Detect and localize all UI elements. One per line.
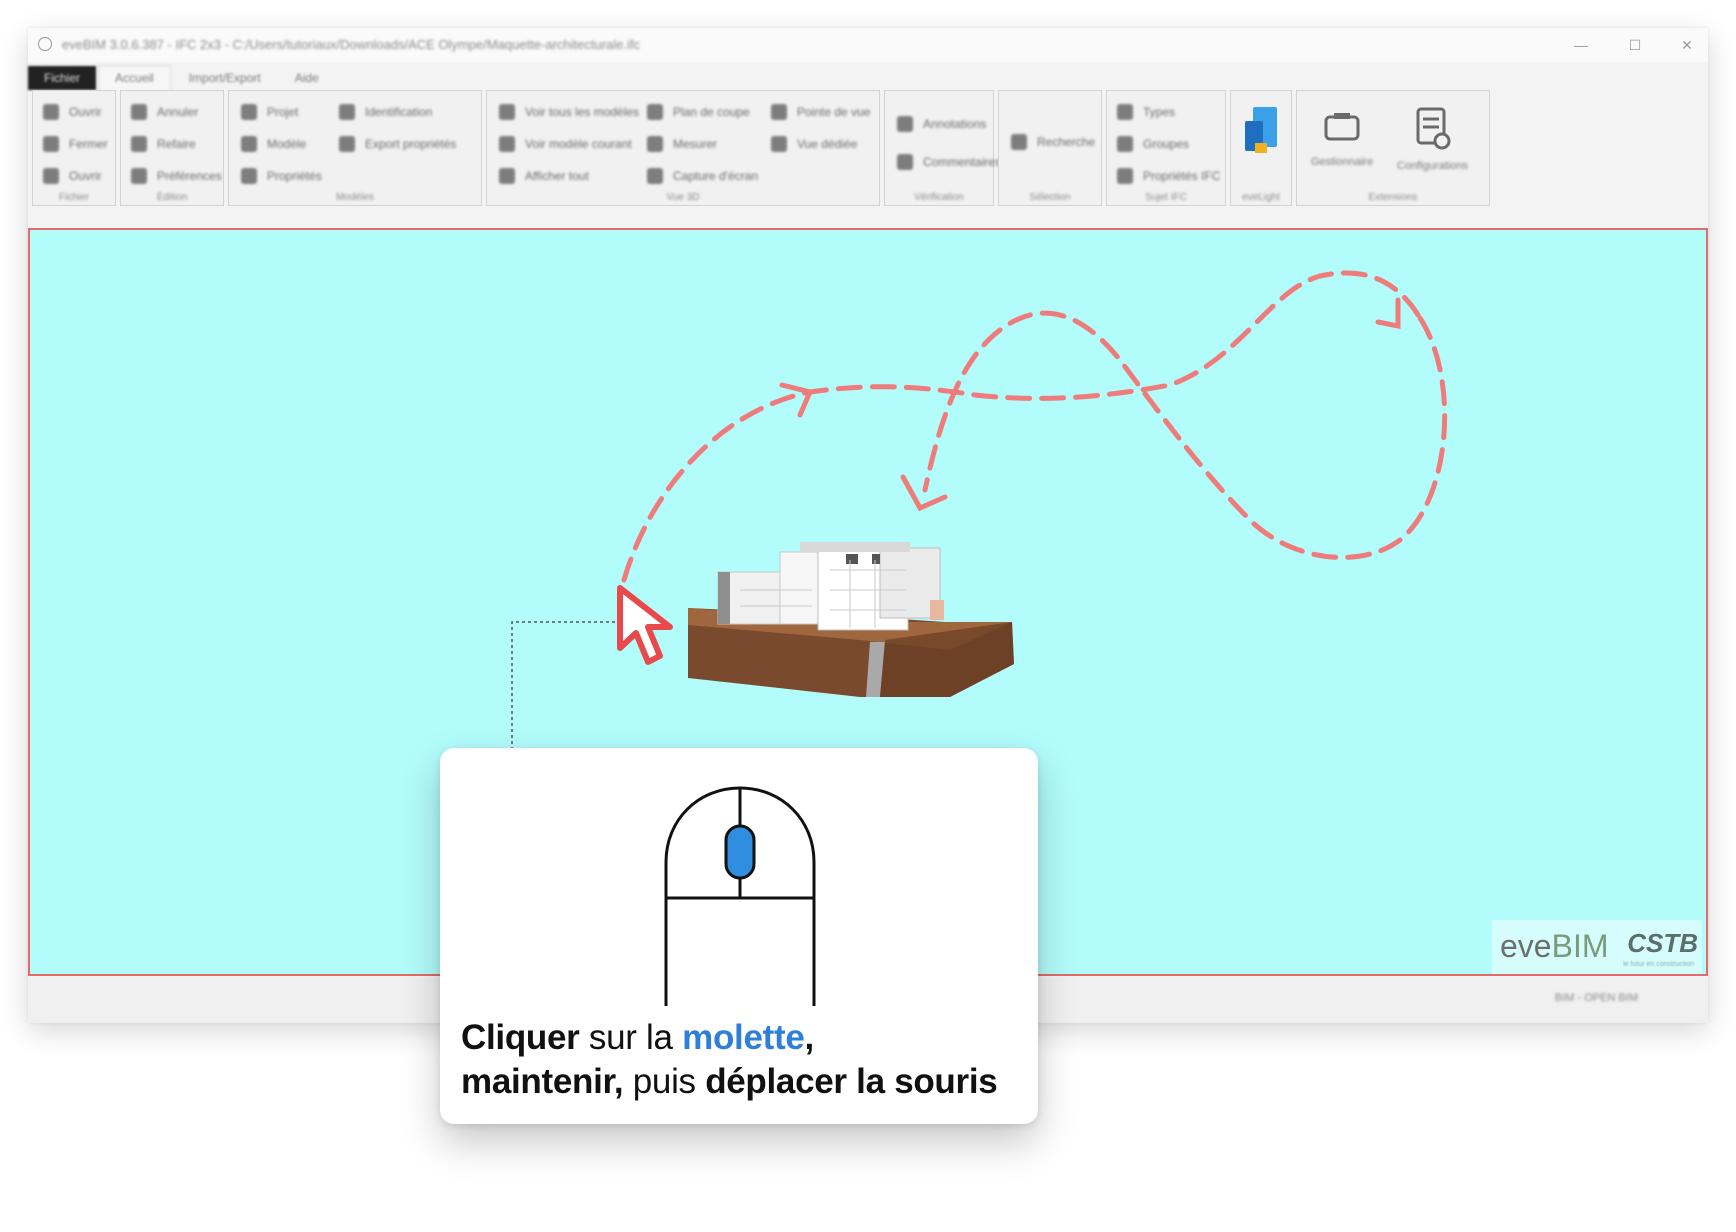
instruction-text: Cliquer sur la molette, maintenir, puis … <box>461 1018 998 1101</box>
connector-line <box>511 621 615 748</box>
mouse-path-loop <box>922 310 1448 560</box>
arrow-head-2 <box>1375 297 1401 330</box>
mouse-icon <box>664 786 816 1006</box>
building-model <box>688 542 1014 697</box>
cursor-icon <box>617 585 673 665</box>
scroll-wheel-icon <box>724 824 756 880</box>
arrow-head-3 <box>900 474 948 512</box>
instruction-card: Cliquer sur la molette, maintenir, puis … <box>440 748 1038 1124</box>
